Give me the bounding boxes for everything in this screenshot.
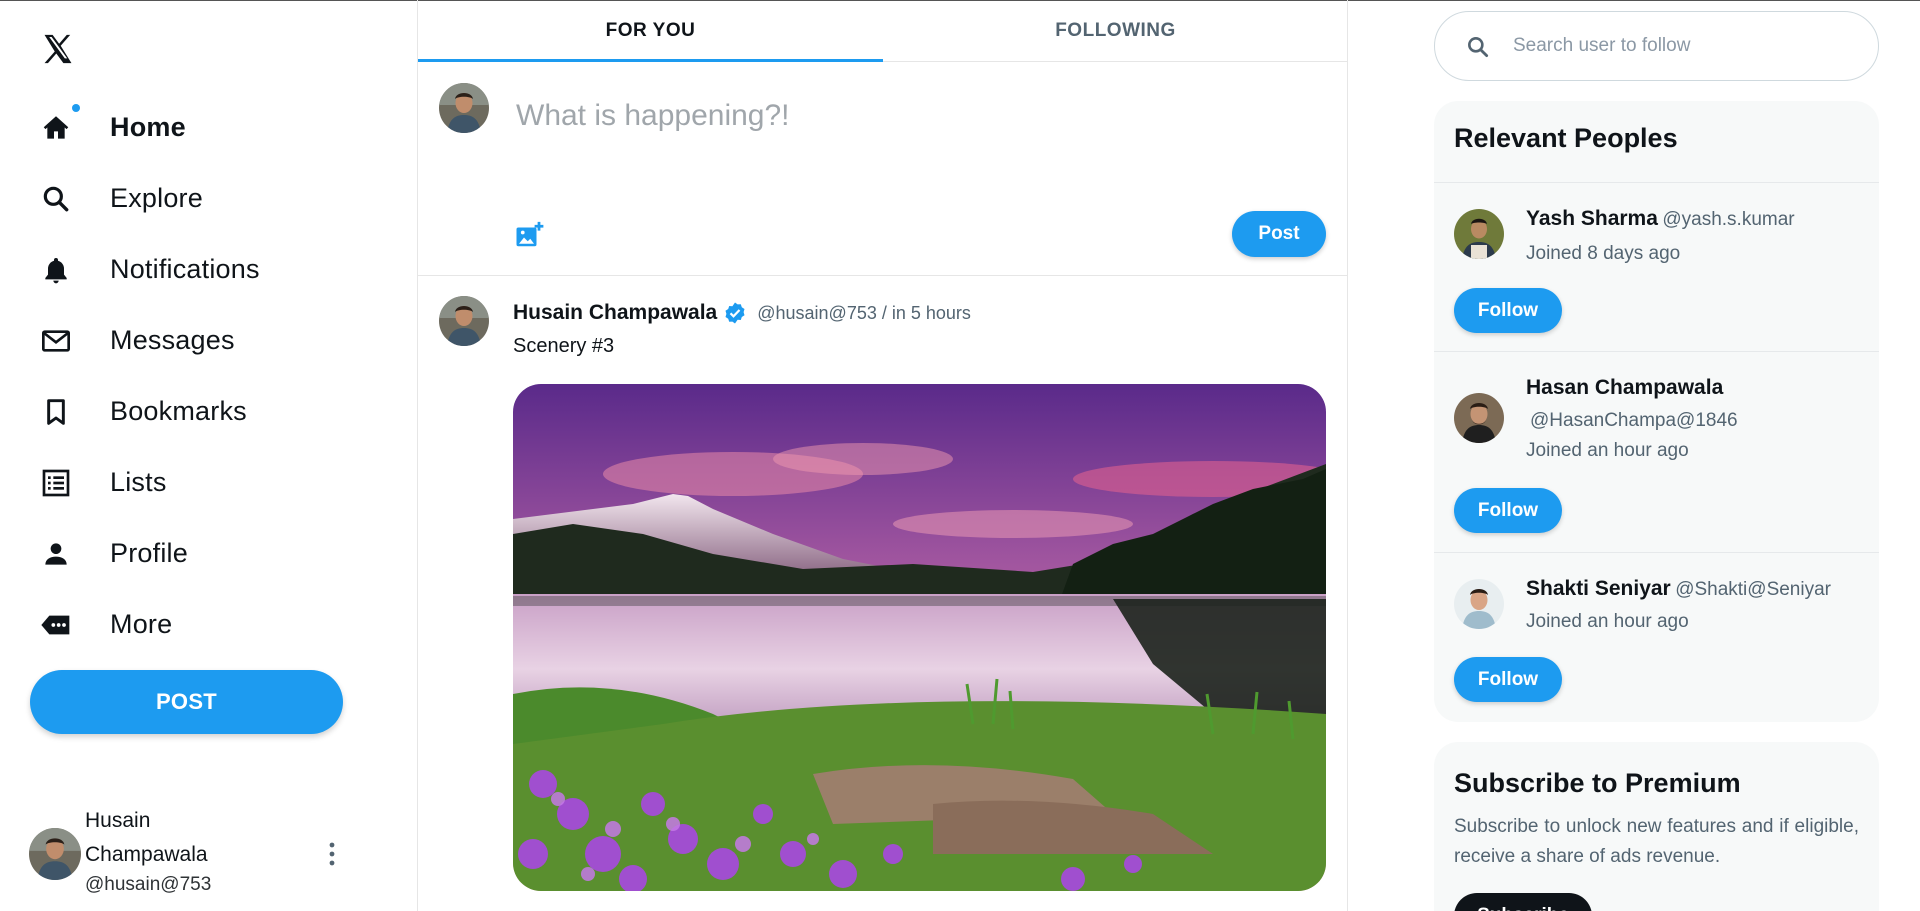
- post-button[interactable]: POST: [30, 670, 343, 734]
- nav-item-home[interactable]: Home: [40, 92, 260, 163]
- premium-title: Subscribe to Premium: [1454, 768, 1741, 798]
- nav-item-messages[interactable]: Messages: [40, 305, 260, 376]
- avatar[interactable]: [1454, 209, 1504, 259]
- person-name[interactable]: Hasan Champawala: [1526, 376, 1723, 400]
- notification-dot: [72, 104, 80, 112]
- tweet[interactable]: Husain Champawala @husain@753 / in 5 hou…: [418, 277, 1348, 911]
- kebab-menu-icon[interactable]: [321, 840, 343, 868]
- person-handle: @Shakti@Seniyar: [1675, 579, 1831, 600]
- bookmark-icon: [40, 392, 80, 432]
- person-name[interactable]: Shakti Seniyar: [1526, 577, 1671, 600]
- relevant-people-card: Relevant Peoples Yash Sharma @yash.s.kum…: [1434, 101, 1879, 722]
- nav-label-messages: Messages: [110, 325, 235, 355]
- nav-item-more[interactable]: More: [40, 589, 260, 660]
- current-user-card[interactable]: Husain Champawala @husain@753: [29, 800, 349, 900]
- main-feed: FOR YOU FOLLOWING Post Husain Champawala…: [418, 0, 1348, 911]
- nav-label-notifications: Notifications: [110, 254, 260, 284]
- current-user-handle: @husain@753: [85, 874, 212, 895]
- nav-item-lists[interactable]: Lists: [40, 447, 260, 518]
- relevant-people-title: Relevant Peoples: [1454, 123, 1678, 153]
- nav-label-profile: Profile: [110, 538, 188, 568]
- tab-following[interactable]: FOLLOWING: [883, 1, 1348, 61]
- avatar: [29, 828, 81, 880]
- compose-post-button[interactable]: Post: [1232, 211, 1326, 257]
- add-image-icon[interactable]: [514, 220, 544, 250]
- verified-badge-icon: [723, 301, 747, 325]
- follow-button[interactable]: Follow: [1454, 488, 1562, 533]
- person-handle: @yash.s.kumar: [1662, 209, 1795, 230]
- person-handle: @HasanChampa@1846: [1530, 410, 1738, 431]
- tweet-author[interactable]: Husain Champawala: [513, 301, 717, 325]
- nav-label-more: More: [110, 609, 173, 639]
- search-input[interactable]: [1513, 26, 1853, 66]
- person-joined: Joined 8 days ago: [1526, 243, 1681, 264]
- person-item: Yash Sharma @yash.s.kumar Joined 8 days …: [1434, 182, 1879, 351]
- nav-label-bookmarks: Bookmarks: [110, 396, 247, 426]
- mail-icon: [40, 321, 80, 361]
- current-user-name: Husain Champawala: [85, 809, 208, 866]
- nav-label-home: Home: [110, 112, 186, 142]
- person-name-row: Yash Sharma @yash.s.kumar: [1526, 207, 1795, 231]
- person-icon: [40, 534, 80, 574]
- person-item: Hasan Champawala @HasanChampa@1846 Joine…: [1434, 351, 1879, 552]
- x-logo-icon[interactable]: [41, 32, 75, 66]
- list-icon: [40, 463, 80, 503]
- follow-button[interactable]: Follow: [1454, 288, 1562, 333]
- nav-item-bookmarks[interactable]: Bookmarks: [40, 376, 260, 447]
- tweet-image[interactable]: [513, 384, 1326, 891]
- nav-item-explore[interactable]: Explore: [40, 163, 260, 234]
- nav-item-notifications[interactable]: Notifications: [40, 234, 260, 305]
- feed-tabs: FOR YOU FOLLOWING: [418, 1, 1348, 62]
- avatar[interactable]: [1454, 579, 1504, 629]
- tab-for-you[interactable]: FOR YOU: [418, 1, 883, 62]
- nav-item-profile[interactable]: Profile: [40, 518, 260, 589]
- premium-card: Subscribe to Premium Subscribe to unlock…: [1434, 742, 1879, 911]
- follow-button[interactable]: Follow: [1454, 657, 1562, 702]
- tweet-text: Scenery #3: [513, 335, 615, 357]
- avatar[interactable]: [1454, 393, 1504, 443]
- search-icon: [1465, 34, 1491, 60]
- subscribe-button[interactable]: Subscribe: [1454, 893, 1592, 911]
- main-navigation: Home Explore Notifications Messages Book…: [40, 92, 260, 660]
- bell-icon: [40, 250, 80, 290]
- person-joined: Joined an hour ago: [1526, 611, 1689, 632]
- home-icon: [40, 108, 80, 148]
- post-composer: Post: [418, 62, 1348, 276]
- more-icon: [40, 605, 80, 645]
- nav-label-lists: Lists: [110, 467, 167, 497]
- right-sidebar: Relevant Peoples Yash Sharma @yash.s.kum…: [1434, 0, 1880, 911]
- person-name-row: Shakti Seniyar @Shakti@Seniyar: [1526, 577, 1831, 601]
- nav-label-explore: Explore: [110, 183, 203, 213]
- tweet-header: Husain Champawala @husain@753 / in 5 hou…: [513, 301, 971, 325]
- left-sidebar: Home Explore Notifications Messages Book…: [0, 0, 418, 911]
- avatar: [439, 83, 489, 133]
- search-icon: [40, 179, 80, 219]
- person-item: Shakti Seniyar @Shakti@Seniyar Joined an…: [1434, 552, 1879, 722]
- search-box[interactable]: [1434, 11, 1879, 81]
- premium-description: Subscribe to unlock new features and if …: [1454, 816, 1859, 867]
- avatar[interactable]: [439, 296, 489, 346]
- compose-input[interactable]: [516, 86, 1296, 146]
- person-name[interactable]: Yash Sharma: [1526, 207, 1658, 230]
- tweet-meta: @husain@753 / in 5 hours: [757, 302, 971, 323]
- person-joined: Joined an hour ago: [1526, 440, 1689, 461]
